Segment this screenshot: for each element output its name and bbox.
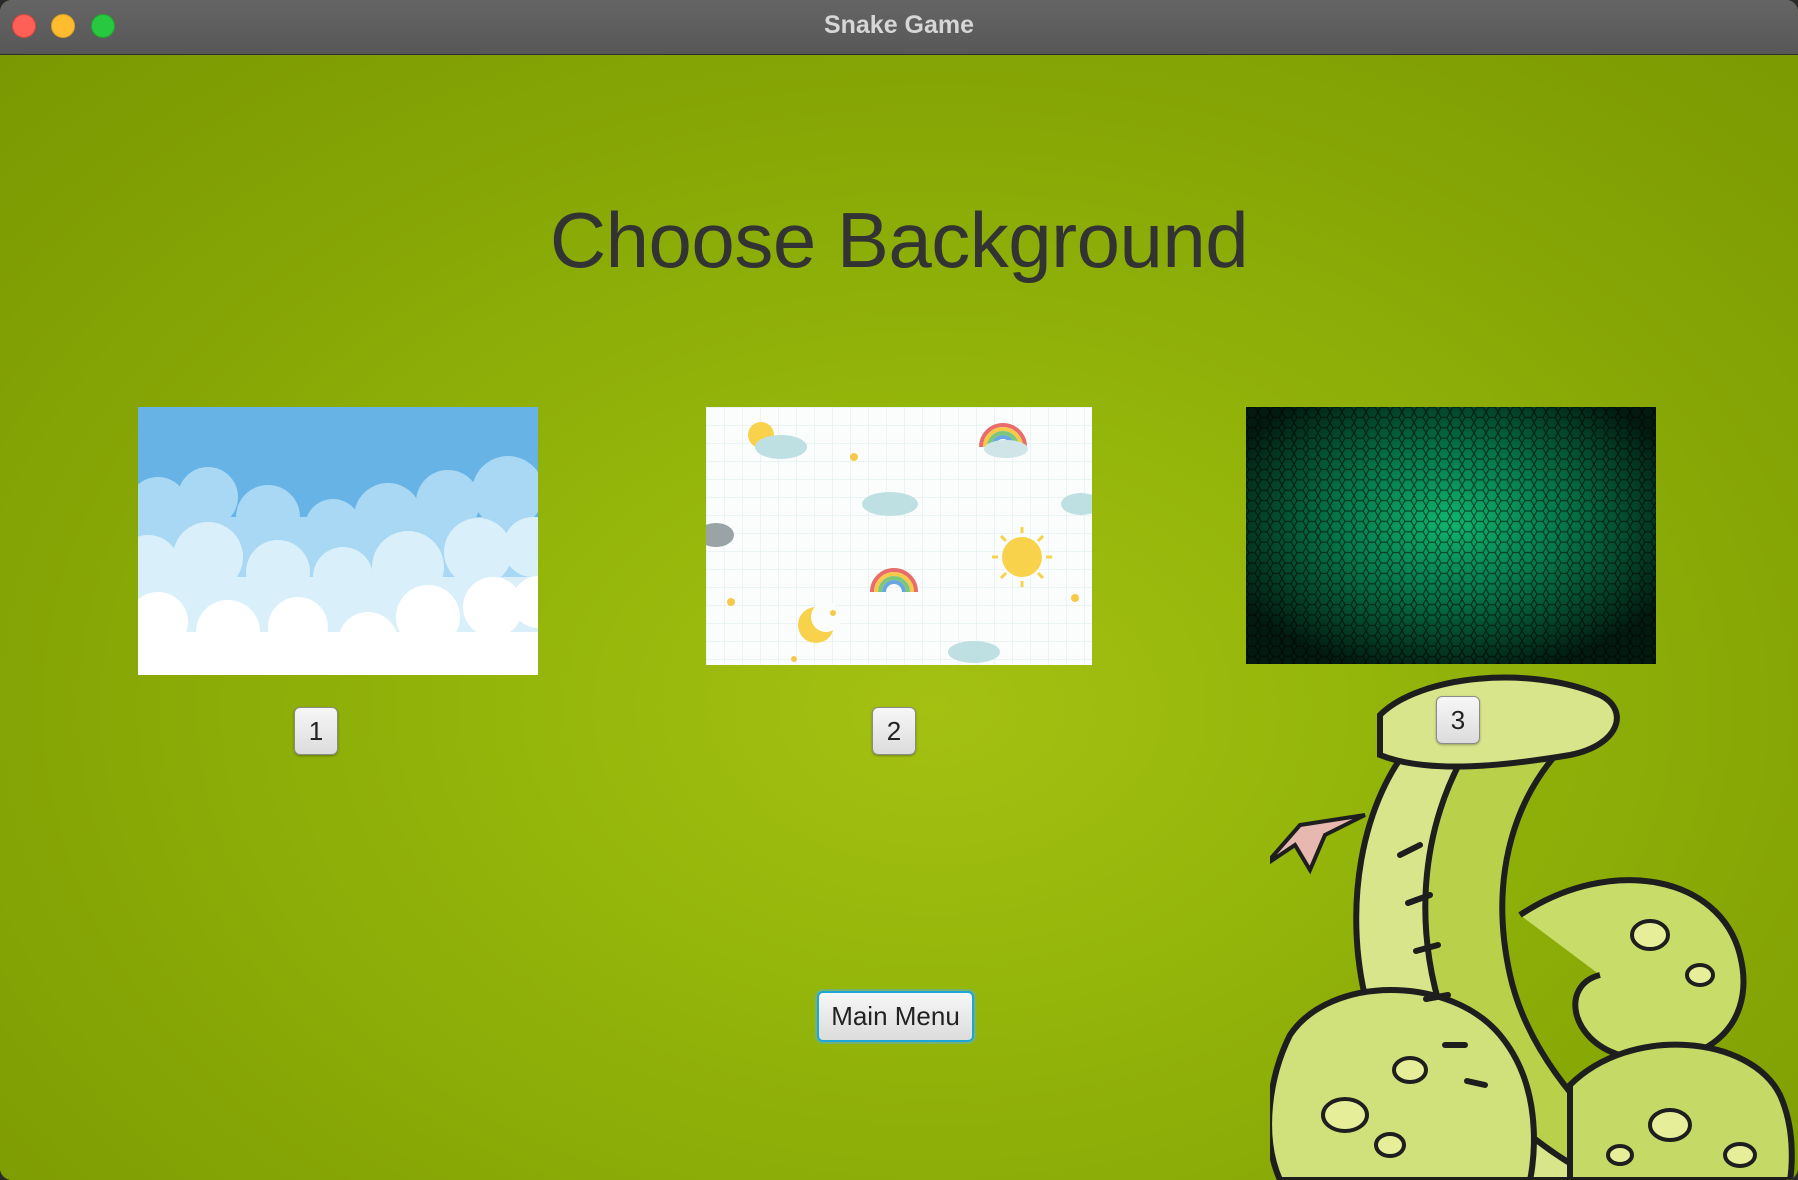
background-1-button[interactable]: 1	[294, 707, 338, 755]
main-menu-button[interactable]: Main Menu	[817, 991, 974, 1042]
background-2-button[interactable]: 2	[872, 707, 916, 755]
snake-illustration	[1270, 674, 1795, 1180]
page-title: Choose Background	[549, 196, 1249, 284]
background-preview-3	[1246, 407, 1656, 664]
background-chooser-screen: Choose Background 1 2 3 Main Menu	[0, 55, 1798, 1180]
background-preview-2	[706, 407, 1092, 665]
window-title: Snake Game	[823, 11, 975, 39]
app-window: Snake Game Choose Background 1 2 3 Main …	[0, 0, 1798, 1180]
background-preview-1	[138, 407, 538, 675]
background-3-button[interactable]: 3	[1436, 696, 1480, 744]
title-bar: Snake Game	[0, 0, 1798, 55]
